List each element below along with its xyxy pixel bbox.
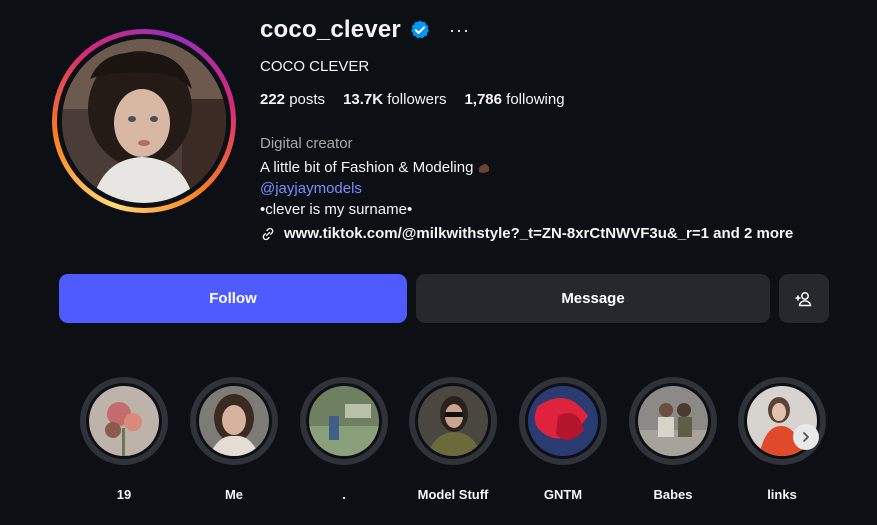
following-count: 1,786 — [464, 91, 502, 108]
highlight-label: Me — [224, 487, 244, 502]
follow-button[interactable]: Follow — [59, 274, 407, 323]
highlight-item[interactable]: Me — [186, 377, 282, 502]
external-link-text: www.tiktok.com/@milkwithstyle?_t=ZN-8xrC… — [284, 225, 794, 242]
link-icon — [262, 227, 274, 240]
bio-text: A little bit of Fashion & Modeling — [260, 159, 474, 176]
chevron-right-icon — [803, 432, 809, 442]
followers-count: 13.7K — [343, 91, 384, 108]
bio-line: A little bit of Fashion & Modeling — [260, 159, 492, 176]
highlight-cover — [89, 386, 159, 456]
highlight-cover — [418, 386, 488, 456]
bio-line: •clever is my surname• — [260, 201, 413, 218]
highlight-item[interactable]: Model Stuff — [405, 377, 501, 502]
profile-category: Digital creator — [260, 135, 353, 152]
more-options-icon[interactable]: ··· — [449, 20, 470, 41]
following-label: following — [506, 91, 565, 108]
posts-stat: 222 posts — [260, 91, 325, 108]
highlight-label: . — [342, 487, 346, 502]
highlight-ring — [80, 377, 168, 465]
highlight-item[interactable]: GNTM — [515, 377, 611, 502]
posts-label: posts — [289, 91, 326, 108]
muscle-emoji-icon — [479, 163, 490, 173]
highlights-next-button[interactable] — [793, 424, 819, 450]
external-link[interactable]: www.tiktok.com/@milkwithstyle?_t=ZN-8xrC… — [260, 225, 793, 242]
profile-avatar[interactable] — [52, 29, 236, 213]
highlight-label: links — [767, 487, 797, 502]
highlight-label: Model Stuff — [417, 487, 489, 502]
add-user-icon — [795, 291, 812, 306]
highlight-label: Babes — [653, 487, 693, 502]
highlight-label: 19 — [116, 487, 132, 502]
profile-page: coco_clever ··· COCO CLEVER 222 posts 13… — [0, 0, 877, 525]
username: coco_clever — [260, 16, 401, 43]
highlight-cover — [528, 386, 598, 456]
highlight-item[interactable]: . — [296, 377, 392, 502]
highlight-ring — [519, 377, 607, 465]
highlight-ring — [629, 377, 717, 465]
highlight-cover — [638, 386, 708, 456]
highlight-item[interactable]: Babes — [625, 377, 721, 502]
avatar-image — [62, 39, 226, 203]
highlight-cover — [309, 386, 379, 456]
highlight-cover — [199, 386, 269, 456]
highlight-ring — [190, 377, 278, 465]
posts-count: 222 — [260, 91, 286, 108]
bio-mention-link[interactable]: @jayjaymodels — [260, 180, 362, 197]
followers-stat[interactable]: 13.7K followers — [343, 91, 446, 108]
message-button[interactable]: Message — [416, 274, 770, 323]
highlight-label: GNTM — [543, 487, 583, 502]
highlight-ring — [300, 377, 388, 465]
username-row: coco_clever ··· — [260, 16, 470, 44]
highlight-ring — [409, 377, 497, 465]
highlight-item[interactable]: 19 — [76, 377, 172, 502]
full-name: COCO CLEVER — [260, 58, 370, 75]
followers-label: followers — [387, 91, 447, 108]
highlight-ring — [738, 377, 826, 465]
suggested-users-button[interactable] — [779, 274, 829, 323]
profile-stats: 222 posts 13.7K followers 1,786 followin… — [260, 91, 565, 108]
verified-badge-icon — [411, 20, 429, 39]
following-stat[interactable]: 1,786 following — [464, 91, 564, 108]
